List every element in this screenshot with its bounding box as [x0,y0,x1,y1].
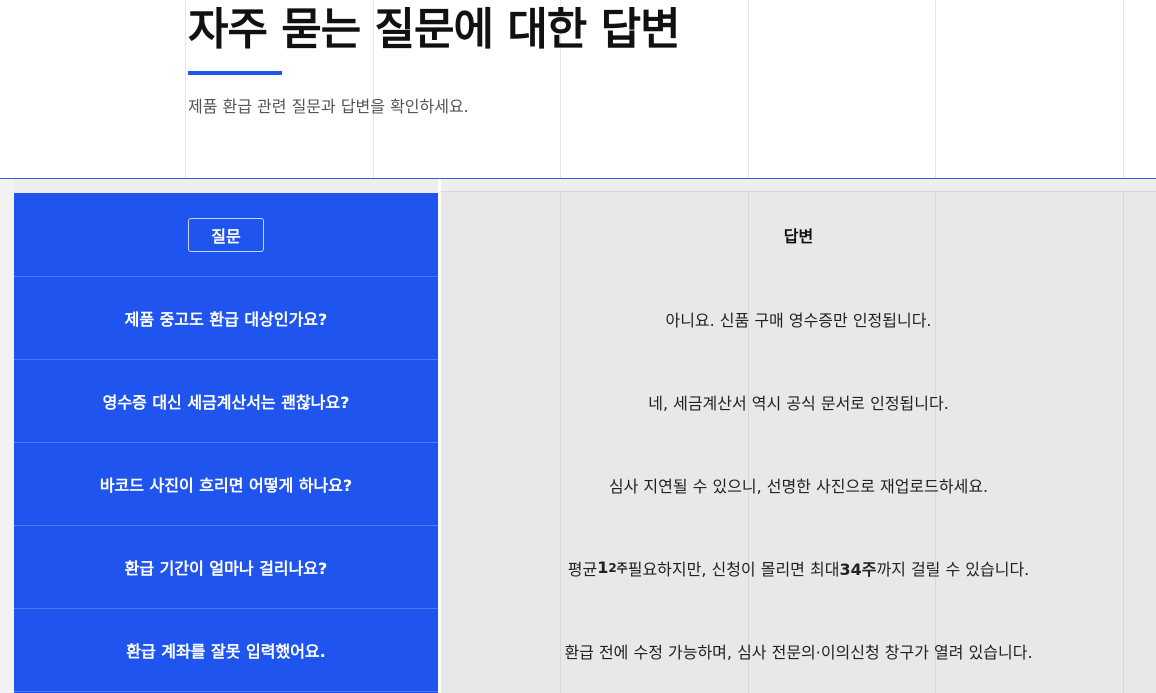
question-column-header: 질문 [14,193,438,277]
answer-text: 평균 [567,559,598,579]
page-title: 자주 묻는 질문에 대한 답변 [188,4,681,55]
answer-emphasis: 1 [597,558,609,577]
question-column: 질문 제품 중고도 환급 대상인가요? 영수증 대신 세금계산서는 괜찮나요? … [14,193,438,693]
question-header-label: 질문 [188,217,264,252]
answer-text: 까지 걸릴 수 있습니다. [876,559,1030,579]
question-cell[interactable]: 제품 중고도 환급 대상인가요? [14,277,438,360]
question-cell[interactable]: 환급 계좌를 잘못 입력했어요. [14,609,438,692]
table-top-cap [14,179,438,193]
answer-cell: 아니요. 신품 구매 영수증만 인정됩니다. [665,310,932,330]
answer-cell: 네, 세금계산서 역시 공식 문서로 인정됩니다. [648,393,949,413]
question-cell[interactable]: 영수증 대신 세금계산서는 괜찮나요? [14,360,438,443]
answer-cell: 평균 1 2주 필요하지만, 신청이 몰리면 최대 34주 까지 걸릴 수 있습니다… [441,526,1156,609]
answer-cell: 심사 지연될 수 있으니, 선명한 사진으로 재업로드하세요. [608,476,989,496]
question-cell[interactable]: 바코드 사진이 흐리면 어떻게 하나요? [14,443,438,526]
question-cell[interactable]: 환급 기간이 얼마나 걸리나요? [14,526,438,609]
title-underline [188,71,282,75]
answer-cell: 환급 전에 수정 가능하며, 심사 전문의·이의신청 창구가 열려 있습니다. [564,642,1033,662]
table-left-margin [0,179,14,693]
page-subtitle: 제품 환급 관련 질문과 답변을 확인하세요. [188,97,469,116]
answer-column-header: 답변 [783,227,814,246]
faq-table: 질문 제품 중고도 환급 대상인가요? 영수증 대신 세금계산서는 괜찮나요? … [0,179,1156,693]
answer-subscript: 2주 [608,561,628,575]
table-top-cap [441,179,1156,192]
answer-column: 답변 아니요. 신품 구매 영수증만 인정됩니다. 네, 세금계산서 역시 공식… [441,193,1156,693]
answer-text: 필요하지만, 신청이 몰리면 최대 [627,559,840,579]
answer-emphasis: 34주 [839,559,877,579]
